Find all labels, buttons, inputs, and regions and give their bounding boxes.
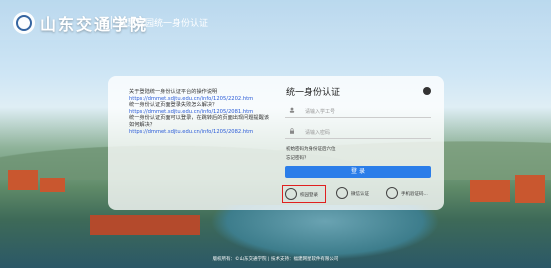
qr-code-icon[interactable] bbox=[423, 87, 431, 95]
first-login-hint: 初始密码为身份证后六位 bbox=[286, 147, 336, 152]
phone-login-button[interactable]: 手机验证码... bbox=[384, 185, 434, 203]
help-link[interactable]: https://dmmet.sdjtu.edu.cn/info/1205/208… bbox=[129, 129, 274, 136]
background-building bbox=[470, 180, 510, 202]
system-name: 智慧校园统一身份认证 bbox=[111, 16, 208, 29]
username-input[interactable]: 请输入学工号 bbox=[285, 104, 431, 118]
phone-icon bbox=[386, 187, 398, 199]
background-water bbox=[210, 205, 440, 260]
help-text: 统一身份认证页面可以登录，在跳转后的页面出现问题提醒该如何解决？ bbox=[129, 115, 270, 128]
forgot-password-link[interactable]: 忘记密码？ bbox=[286, 155, 309, 161]
password-input[interactable]: 请输入密码 bbox=[285, 125, 431, 139]
wechat-login-button[interactable]: 微信认证 bbox=[334, 185, 378, 203]
login-title: 统一身份认证 bbox=[286, 88, 341, 98]
login-button[interactable]: 登 录 bbox=[285, 166, 431, 178]
wechat-icon bbox=[336, 187, 348, 199]
user-icon bbox=[289, 107, 295, 113]
help-text: 关于登陆统一身份认证平台的操作说明 bbox=[129, 89, 218, 95]
alt-method-label: 微信认证 bbox=[351, 192, 369, 197]
lock-icon bbox=[290, 128, 294, 134]
footer: 版权所有：©山东交通学院 | 技术支持：福建网星软件有限公司 bbox=[212, 257, 339, 262]
top-header: 山东交通学院 智慧校园统一身份认证 bbox=[0, 0, 551, 40]
campus-login-button[interactable]: 校园登录 bbox=[282, 185, 326, 203]
background-building bbox=[40, 178, 65, 192]
alt-method-label: 校园登录 bbox=[300, 193, 318, 198]
background-building bbox=[90, 215, 200, 235]
alt-method-label: 手机验证码... bbox=[401, 192, 428, 197]
username-placeholder: 请输入学工号 bbox=[305, 109, 336, 115]
login-card: 统一身份认证 请输入学工号 请输入密码 初始密码为身份证后六位 忘记密码？ 登 … bbox=[280, 81, 438, 204]
password-placeholder: 请输入密码 bbox=[305, 130, 331, 136]
help-text: 统一身份认证页面登录失败怎么解决？ bbox=[129, 102, 218, 109]
background-building bbox=[8, 170, 38, 190]
background-building bbox=[515, 175, 545, 203]
help-notes: 关于登陆统一身份认证平台的操作说明 https://dmmet.sdjtu.ed… bbox=[129, 89, 274, 135]
campus-icon bbox=[285, 188, 297, 200]
school-logo-icon bbox=[13, 12, 35, 34]
